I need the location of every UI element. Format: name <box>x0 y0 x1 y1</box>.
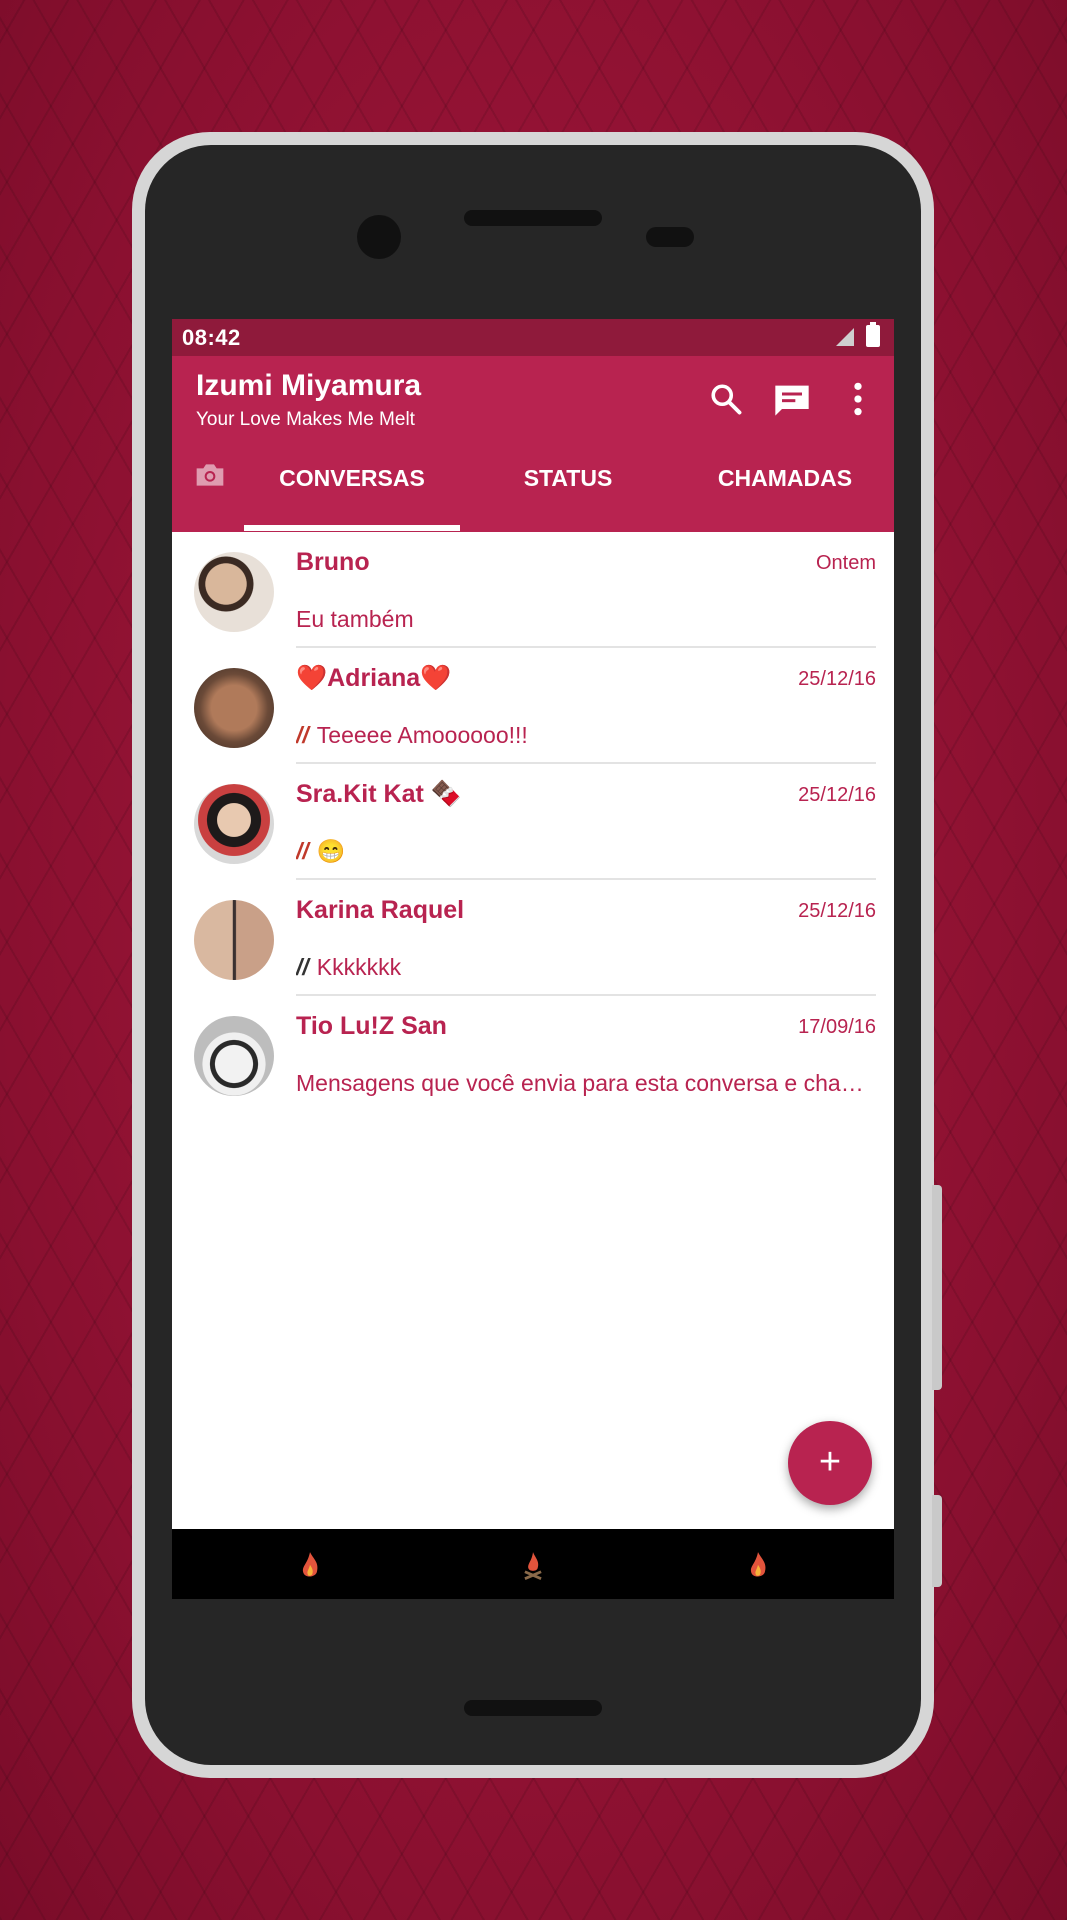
chat-item-tio-luiz-san[interactable]: Tio Lu!Z San 17/09/16 Mensagens que você… <box>172 996 894 1112</box>
chat-name: ❤️Adriana❤️ <box>296 664 452 692</box>
chat-message-text: Mensagens que você envia para esta conve… <box>296 1070 876 1096</box>
status-time: 08:42 <box>182 325 241 350</box>
chat-date: 25/12/16 <box>798 900 876 922</box>
compose-icon[interactable] <box>772 382 812 416</box>
bottom-speaker <box>464 1700 602 1716</box>
chat-name: Tio Lu!Z San <box>296 1012 447 1040</box>
chat-last-message: // Teeeee Amoooooo!!! <box>296 722 876 749</box>
volume-button <box>932 1185 942 1390</box>
tab-chamadas[interactable]: CHAMADAS <box>676 456 894 500</box>
tab-conversas[interactable]: CONVERSAS <box>244 456 460 500</box>
avatar[interactable] <box>194 1016 274 1096</box>
chat-item-karina-raquel[interactable]: Karina Raquel 25/12/16 // Kkkkkkk <box>172 880 894 996</box>
chat-message-text: Kkkkkkk <box>316 954 402 980</box>
app-bar: Izumi Miyamura Your Love Makes Me Melt C… <box>172 356 894 532</box>
chat-date: Ontem <box>815 552 876 574</box>
read-ticks: // <box>296 722 309 748</box>
chat-message-text: 😁 <box>316 838 346 864</box>
tab-indicator <box>244 525 460 531</box>
navigation-bar <box>172 1529 894 1599</box>
avatar[interactable] <box>194 668 274 748</box>
sent-ticks: // <box>296 954 309 980</box>
new-chat-fab[interactable]: + <box>788 1421 872 1505</box>
screen: 08:42 Izumi Miyamura Your Love Makes Me … <box>172 319 894 1599</box>
app-title: Izumi Miyamura <box>196 369 422 402</box>
chat-last-message: Mensagens que você envia para esta conve… <box>296 1070 876 1097</box>
chat-item-adriana[interactable]: ❤️Adriana❤️ 25/12/16 // Teeeee Amoooooo!!… <box>172 648 894 764</box>
flame-recents-icon[interactable] <box>746 1551 770 1581</box>
power-button <box>932 1495 942 1587</box>
campfire-home-icon[interactable] <box>521 1551 545 1581</box>
chat-item-bruno[interactable]: Bruno Ontem Eu também <box>172 532 894 648</box>
chat-date: 25/12/16 <box>798 784 876 806</box>
read-ticks: // <box>296 838 309 864</box>
chat-item-sra-kit-kat[interactable]: Sra.Kit Kat 🍫 25/12/16 // 😁 <box>172 764 894 880</box>
chat-date: 17/09/16 <box>798 1016 876 1038</box>
chat-last-message: Eu também <box>296 606 876 633</box>
more-vert-icon[interactable] <box>848 380 868 418</box>
avatar[interactable] <box>194 784 274 864</box>
front-camera <box>357 215 401 259</box>
chat-name: Karina Raquel <box>296 896 465 924</box>
camera-icon[interactable] <box>194 461 226 489</box>
proximity-sensor <box>646 227 694 247</box>
avatar[interactable] <box>194 900 274 980</box>
chat-date: 25/12/16 <box>798 668 876 690</box>
app-subtitle: Your Love Makes Me Melt <box>196 409 415 430</box>
earpiece-speaker <box>464 210 602 226</box>
flame-back-icon[interactable] <box>298 1551 322 1581</box>
chat-name: Sra.Kit Kat 🍫 <box>296 780 462 808</box>
search-icon[interactable] <box>708 381 744 417</box>
chat-message-text: Eu também <box>296 606 414 632</box>
chat-message-text: Teeeee Amoooooo!!! <box>316 722 528 748</box>
signal-icon <box>836 328 854 346</box>
chat-last-message: // Kkkkkkk <box>296 954 876 981</box>
status-bar: 08:42 <box>172 319 894 356</box>
tab-status[interactable]: STATUS <box>460 456 676 500</box>
chat-name: Bruno <box>296 548 370 576</box>
chat-last-message: // 😁 <box>296 838 876 865</box>
avatar[interactable] <box>194 552 274 632</box>
chat-list: Bruno Ontem Eu também ❤️Adriana❤️ 25/12/… <box>172 532 894 1112</box>
battery-icon <box>866 322 880 347</box>
